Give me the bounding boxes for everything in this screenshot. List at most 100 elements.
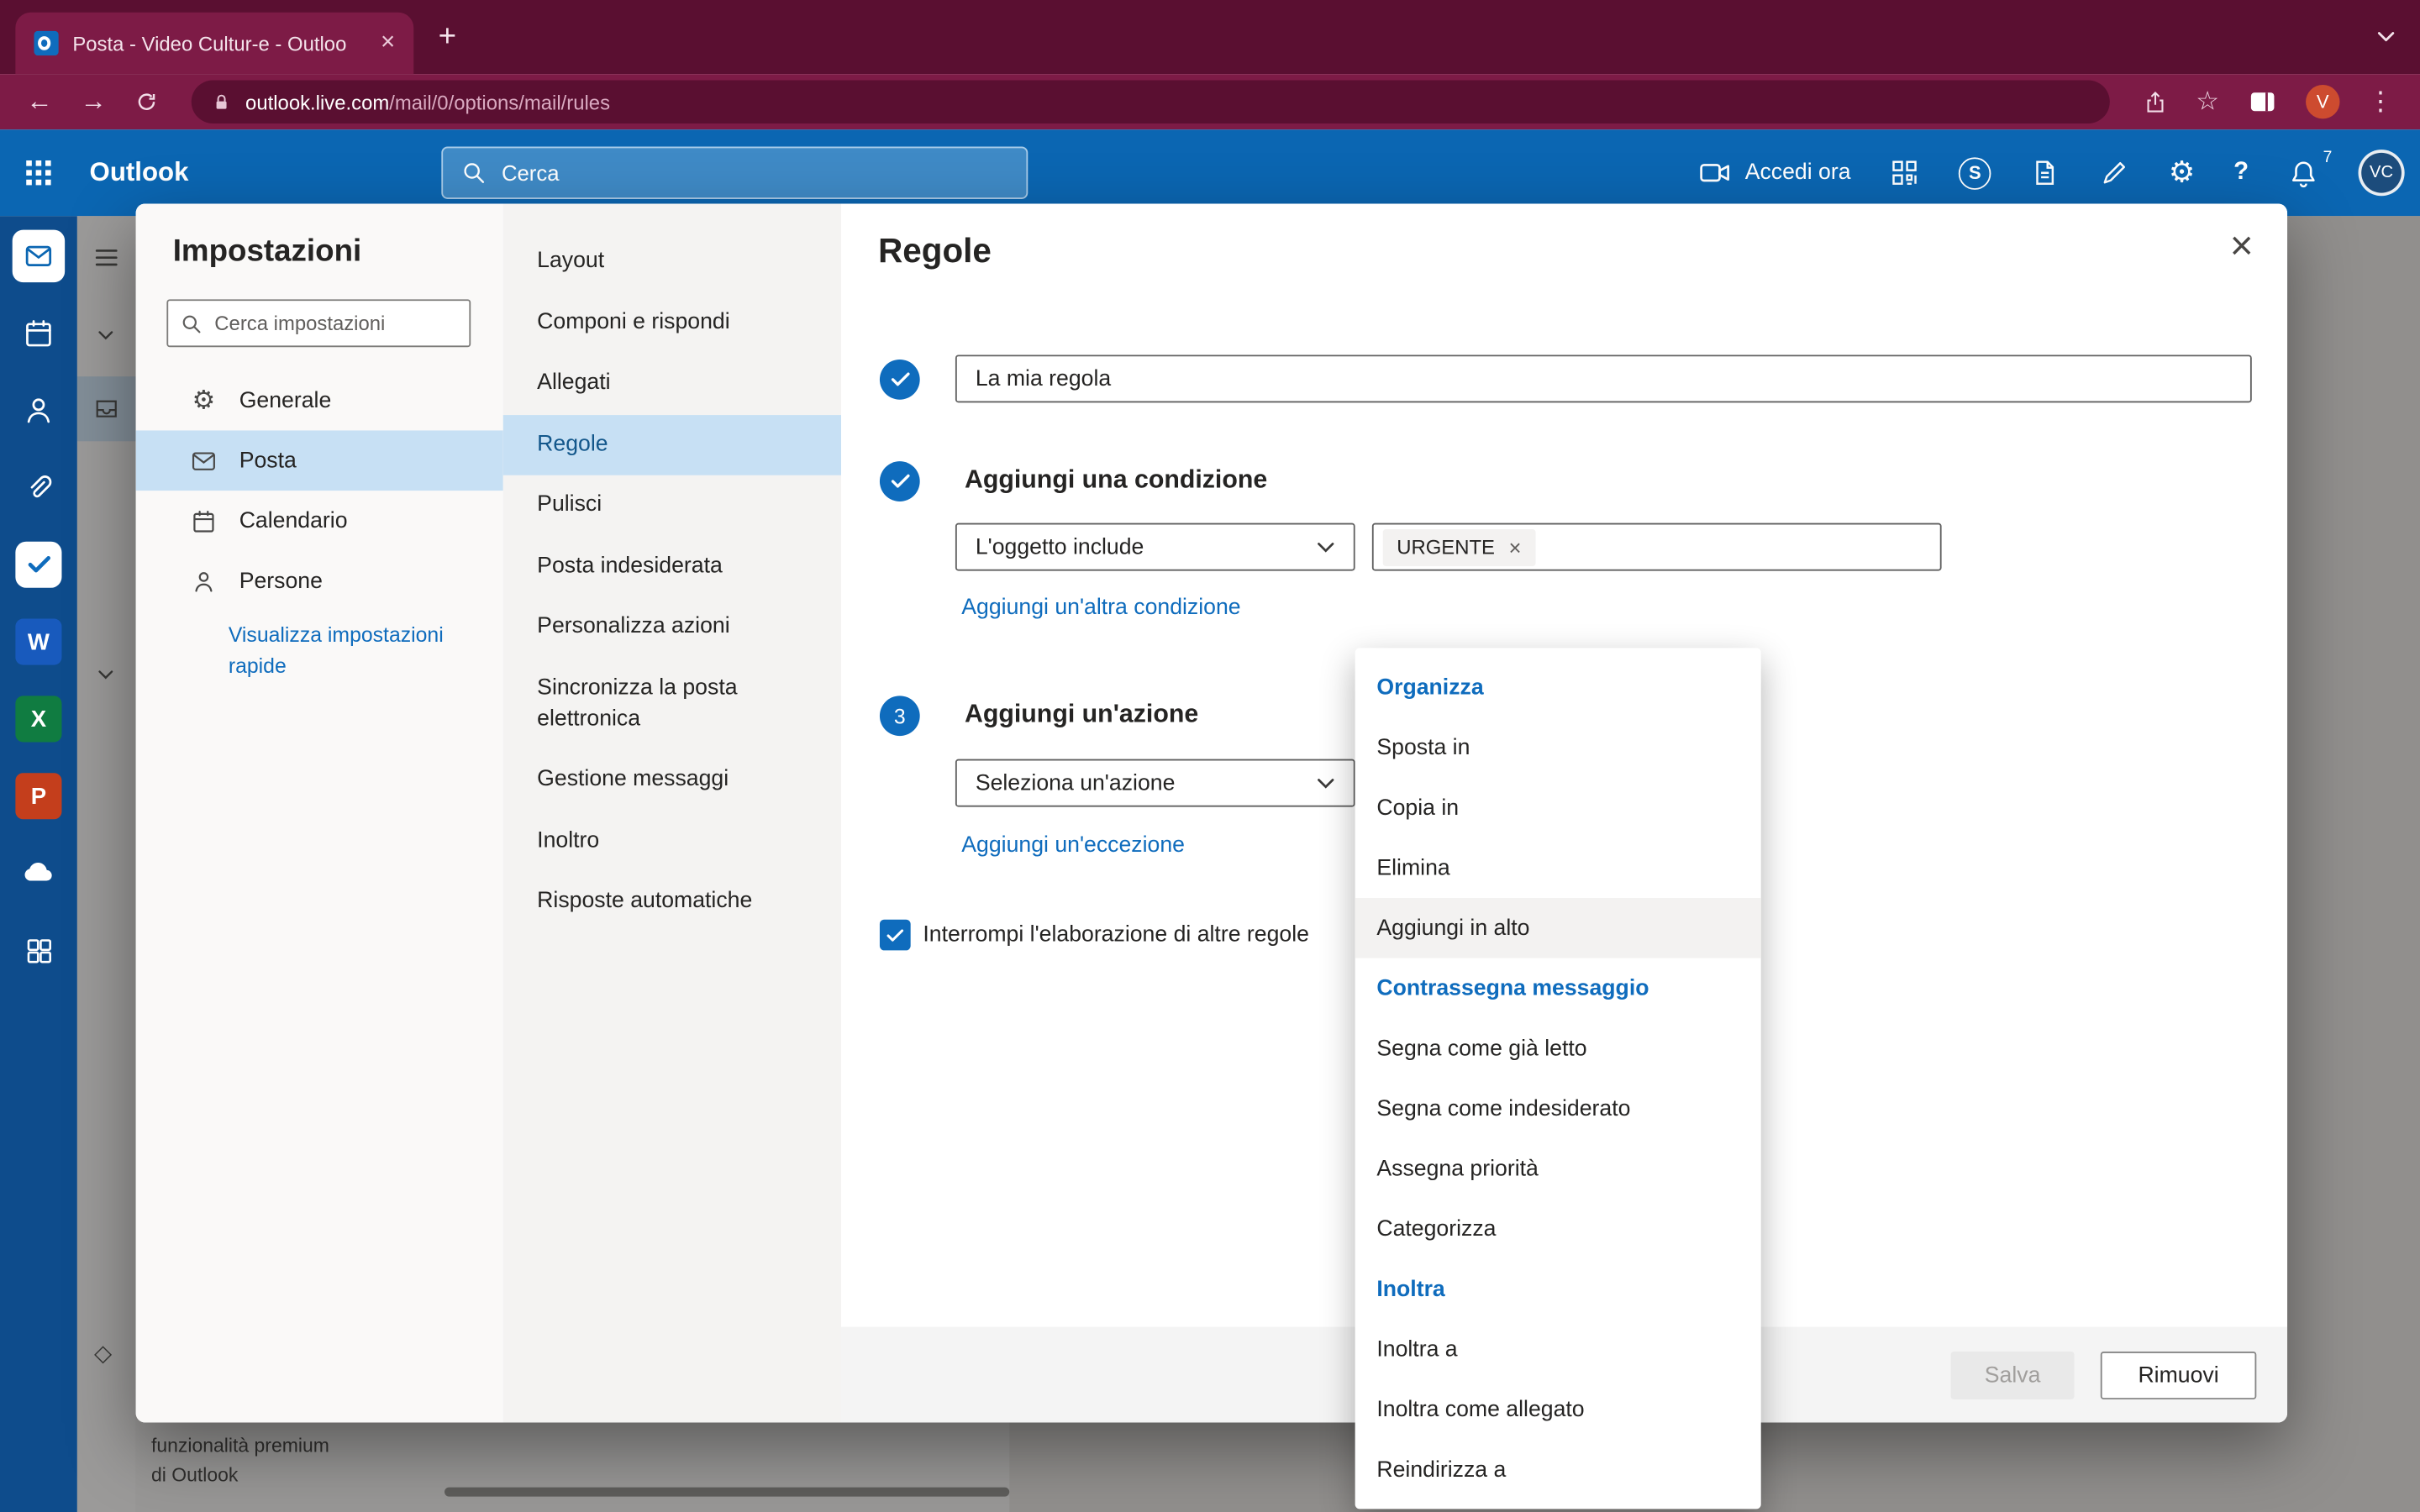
app-name: Outlook bbox=[90, 157, 189, 188]
dialog-close-button[interactable]: × bbox=[2230, 222, 2254, 270]
condition-tag-chip: URGENTE × bbox=[1383, 528, 1535, 565]
onedrive-icon[interactable] bbox=[13, 847, 65, 899]
quick-settings-link[interactable]: Visualizza impostazioni rapide bbox=[229, 620, 460, 682]
mail-module-icon[interactable] bbox=[13, 230, 65, 282]
subcategory-inoltro[interactable]: Inoltro bbox=[503, 811, 841, 872]
more-apps-icon[interactable] bbox=[13, 924, 65, 976]
rule-name-input[interactable] bbox=[955, 354, 2252, 402]
lock-icon bbox=[212, 92, 232, 112]
menu-group-inoltra: Inoltra bbox=[1355, 1259, 1761, 1320]
reload-button[interactable] bbox=[134, 90, 159, 114]
search-input[interactable] bbox=[502, 160, 1007, 185]
share-icon[interactable] bbox=[2142, 89, 2168, 115]
subcategory-personalizza-azioni[interactable]: Personalizza azioni bbox=[503, 598, 841, 659]
settings-category-persone[interactable]: Persone bbox=[136, 551, 503, 612]
save-button[interactable]: Salva bbox=[1951, 1352, 2075, 1399]
calendar-module-icon[interactable] bbox=[13, 307, 65, 360]
todo-module-icon[interactable] bbox=[15, 542, 61, 588]
notification-badge: 7 bbox=[2323, 147, 2333, 165]
settings-gear-icon[interactable]: ⚙ bbox=[2169, 155, 2195, 191]
search-icon bbox=[461, 160, 486, 185]
subcategory-componi[interactable]: Componi e rispondi bbox=[503, 292, 841, 354]
menu-item-inoltra-come-allegato[interactable]: Inoltra come allegato bbox=[1355, 1379, 1761, 1440]
settings-nav-pane: Impostazioni ⚙ Generale Posta bbox=[136, 203, 503, 1422]
browser-menu-icon[interactable]: ⋮ bbox=[2368, 87, 2394, 118]
url-domain: outlook.live.com bbox=[245, 90, 389, 113]
condition-value-field[interactable]: URGENTE × bbox=[1372, 523, 1942, 571]
account-avatar[interactable]: VC bbox=[2359, 150, 2405, 196]
menu-item-categorizza[interactable]: Categorizza bbox=[1355, 1199, 1761, 1259]
menu-item-segna-come-gia-letto[interactable]: Segna come già letto bbox=[1355, 1018, 1761, 1079]
tab-close-icon[interactable]: × bbox=[381, 31, 395, 55]
excel-icon[interactable]: X bbox=[15, 696, 61, 742]
back-button[interactable]: ← bbox=[26, 87, 52, 118]
join-now-label: Accedi ora bbox=[1745, 160, 1851, 185]
browser-profile-avatar[interactable]: V bbox=[2306, 85, 2339, 118]
stop-processing-label: Interrompi l'elaborazione di altre regol… bbox=[923, 922, 1309, 947]
subcategory-risposte-automatiche[interactable]: Risposte automatiche bbox=[503, 872, 841, 933]
settings-category-generale[interactable]: ⚙ Generale bbox=[136, 370, 503, 431]
app-launcher-icon[interactable] bbox=[24, 157, 55, 188]
subcategory-layout[interactable]: Layout bbox=[503, 232, 841, 293]
add-condition-link[interactable]: Aggiungi un'altra condizione bbox=[961, 596, 1240, 620]
settings-category-list: ⚙ Generale Posta Calendario bbox=[136, 370, 503, 612]
new-tab-button[interactable]: + bbox=[439, 22, 456, 53]
action-dropdown-menu: Organizza Sposta in Copia in Elimina Agg… bbox=[1355, 648, 1761, 1509]
condition-select[interactable]: L'oggetto include bbox=[955, 523, 1355, 571]
menu-item-assegna-priorita[interactable]: Assegna priorità bbox=[1355, 1139, 1761, 1200]
settings-title: Impostazioni bbox=[173, 234, 362, 270]
subcategory-pulisci[interactable]: Pulisci bbox=[503, 475, 841, 537]
subcategory-posta-indesiderata[interactable]: Posta indesiderata bbox=[503, 537, 841, 598]
forward-button[interactable]: → bbox=[81, 87, 107, 118]
screen: Posta - Video Cultur-e - Outloo × + ← → … bbox=[0, 0, 2420, 1512]
menu-item-copia-in[interactable]: Copia in bbox=[1355, 778, 1761, 838]
menu-item-aggiungi-in-alto[interactable]: Aggiungi in alto bbox=[1355, 898, 1761, 958]
subcategory-gestione-messaggi[interactable]: Gestione messaggi bbox=[503, 750, 841, 811]
settings-search[interactable] bbox=[166, 299, 471, 347]
document-icon[interactable] bbox=[2030, 157, 2061, 188]
header-search[interactable] bbox=[441, 146, 1028, 198]
join-now-button[interactable]: Accedi ora bbox=[1697, 156, 1851, 190]
word-icon[interactable]: W bbox=[15, 619, 61, 665]
person-icon bbox=[188, 567, 219, 595]
menu-item-segna-come-indesiderato[interactable]: Segna come indesiderato bbox=[1355, 1079, 1761, 1139]
action-heading: Aggiungi un'azione bbox=[965, 701, 1198, 730]
subcategory-allegati[interactable]: Allegati bbox=[503, 354, 841, 415]
powerpoint-icon[interactable]: P bbox=[15, 773, 61, 819]
menu-item-reindirizza-a[interactable]: Reindirizza a bbox=[1355, 1440, 1761, 1500]
skype-icon[interactable]: S bbox=[1959, 156, 1991, 189]
bookmark-star-icon[interactable]: ☆ bbox=[2196, 87, 2219, 118]
menu-item-elimina[interactable]: Elimina bbox=[1355, 837, 1761, 898]
url-path: /mail/0/options/mail/rules bbox=[389, 90, 610, 113]
rules-title: Regole bbox=[878, 232, 992, 272]
add-exception-link[interactable]: Aggiungi un'eccezione bbox=[961, 833, 1185, 858]
chevron-down-icon bbox=[1317, 541, 1335, 554]
qr-code-icon[interactable] bbox=[1889, 157, 1920, 188]
notifications-bell-icon[interactable]: 7 bbox=[2287, 156, 2320, 189]
help-icon[interactable]: ? bbox=[2233, 159, 2249, 186]
browser-tab[interactable]: Posta - Video Cultur-e - Outloo × bbox=[15, 13, 413, 74]
stop-processing-checkbox[interactable] bbox=[880, 920, 911, 951]
subcategory-regole-selected[interactable]: Regole bbox=[503, 415, 841, 476]
address-bar[interactable]: outlook.live.com/mail/0/options/mail/rul… bbox=[192, 81, 2110, 123]
browser-toolbar: ← → outlook.live.com/mail/0/options/mail… bbox=[0, 74, 2420, 129]
attachments-module-icon[interactable] bbox=[13, 461, 65, 513]
settings-subnav-pane: Layout Componi e rispondi Allegati Regol… bbox=[503, 203, 841, 1422]
settings-search-input[interactable] bbox=[214, 312, 456, 335]
side-panel-icon[interactable] bbox=[2247, 88, 2278, 116]
step1-check-icon bbox=[880, 360, 920, 400]
settings-category-calendario[interactable]: Calendario bbox=[136, 491, 503, 551]
video-camera-icon bbox=[1697, 156, 1731, 190]
settings-category-posta[interactable]: Posta bbox=[136, 430, 503, 491]
pen-icon[interactable] bbox=[2099, 157, 2130, 188]
menu-group-contrassegna-messaggio: Contrassegna messaggio bbox=[1355, 958, 1761, 1019]
tab-title: Posta - Video Cultur-e - Outloo bbox=[72, 32, 366, 55]
people-module-icon[interactable] bbox=[13, 384, 65, 436]
remove-button[interactable]: Rimuovi bbox=[2101, 1352, 2257, 1399]
tab-list-chevron-icon[interactable] bbox=[2377, 31, 2396, 44]
menu-item-inoltra-a[interactable]: Inoltra a bbox=[1355, 1319, 1761, 1379]
subcategory-sincronizza[interactable]: Sincronizza la posta elettronica bbox=[503, 659, 841, 750]
remove-tag-icon[interactable]: × bbox=[1509, 534, 1522, 559]
action-select[interactable]: Seleziona un'azione bbox=[955, 759, 1355, 807]
menu-item-sposta-in[interactable]: Sposta in bbox=[1355, 717, 1761, 778]
